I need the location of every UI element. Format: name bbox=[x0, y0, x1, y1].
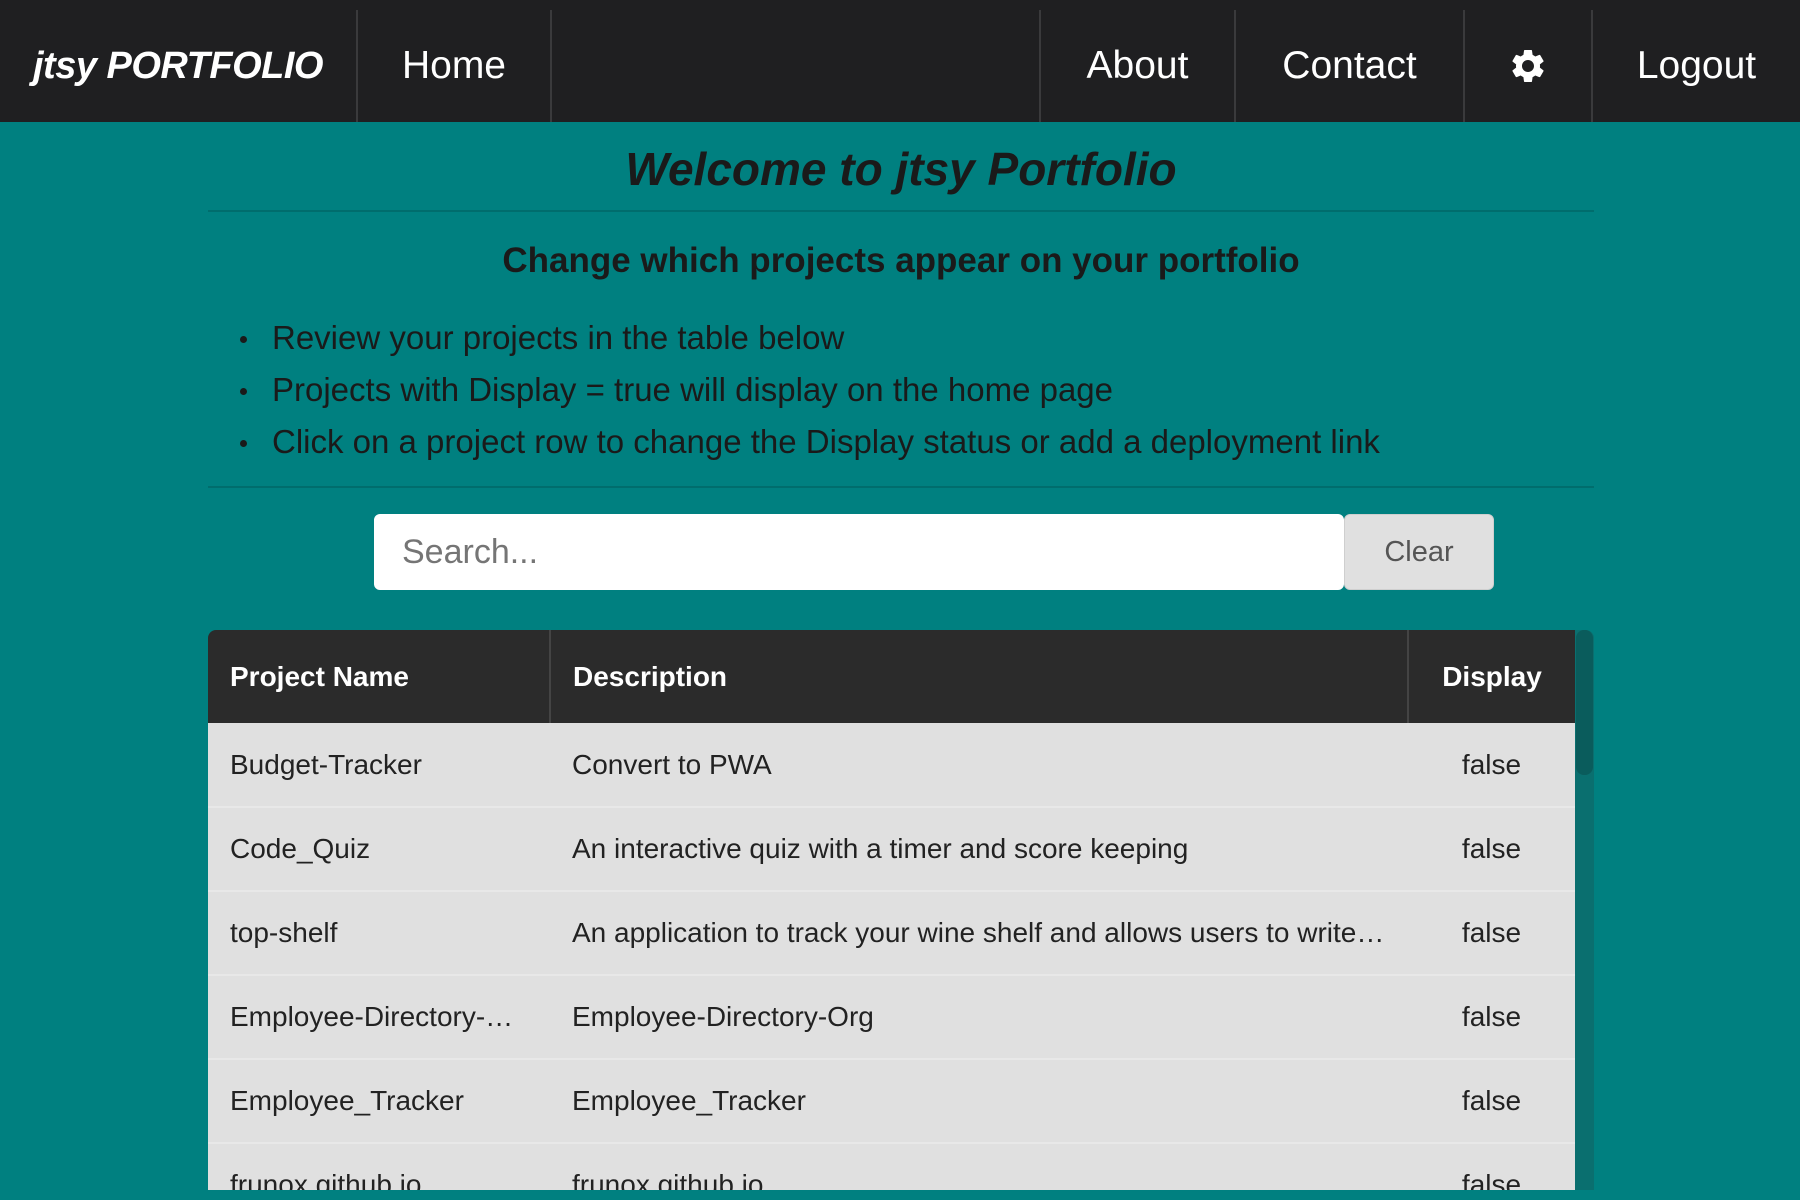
instruction-item: Click on a project row to change the Dis… bbox=[232, 416, 1380, 468]
column-header-project-name[interactable]: Project Name bbox=[208, 630, 551, 723]
display-cell: false bbox=[1461, 1169, 1522, 1190]
gear-icon bbox=[1512, 49, 1544, 82]
search-input[interactable] bbox=[374, 514, 1344, 590]
page-subtitle: Change which projects appear on your por… bbox=[502, 241, 1300, 280]
top-navbar: jtsy PORTFOLIO Home About Contact Logout bbox=[0, 0, 1800, 122]
description-cell: An interactive quiz with a timer and sco… bbox=[572, 833, 1189, 864]
nav-divider bbox=[550, 10, 552, 122]
description-cell: Employee-Directory-Org bbox=[572, 1001, 874, 1032]
nav-about-link[interactable]: About bbox=[1041, 10, 1234, 122]
projects-table: Project Name Description Display Budget-… bbox=[208, 630, 1575, 1190]
project-name-cell: Employee_Tracker bbox=[230, 1085, 464, 1116]
brand-link[interactable]: jtsy PORTFOLIO bbox=[0, 10, 356, 122]
description-cell: An application to track your wine shelf … bbox=[572, 917, 1385, 948]
nav-logout-link[interactable]: Logout bbox=[1593, 10, 1800, 122]
table-row[interactable]: Code_Quiz An interactive quiz with a tim… bbox=[208, 807, 1575, 891]
display-cell: false bbox=[1461, 833, 1522, 864]
project-name-cell: top-shelf bbox=[230, 917, 338, 948]
display-cell: false bbox=[1461, 917, 1522, 948]
table-row[interactable]: top-shelf An application to track your w… bbox=[208, 891, 1575, 975]
description-cell: Convert to PWA bbox=[572, 748, 772, 780]
project-name-cell: frunox.github.io bbox=[230, 1169, 422, 1190]
settings-button[interactable] bbox=[1465, 10, 1591, 122]
page-title: Welcome to jtsy Portfolio bbox=[625, 143, 1177, 195]
project-name-cell: Code_Quiz bbox=[230, 833, 371, 864]
display-cell: false bbox=[1461, 1001, 1522, 1032]
column-header-display[interactable]: Display bbox=[1408, 630, 1575, 723]
projects-table-container: Project Name Description Display Budget-… bbox=[208, 630, 1594, 1190]
instruction-item: Review your projects in the table below bbox=[232, 312, 1380, 364]
clear-button[interactable]: Clear bbox=[1344, 514, 1494, 590]
table-row[interactable]: frunox.github.io frunox.github.io false bbox=[208, 1143, 1575, 1190]
instruction-item: Projects with Display = true will displa… bbox=[232, 364, 1380, 416]
divider bbox=[208, 486, 1594, 488]
display-cell: false bbox=[1461, 748, 1522, 780]
description-cell: frunox.github.io bbox=[572, 1169, 764, 1190]
nav-home-link[interactable]: Home bbox=[358, 10, 550, 122]
description-cell: Employee_Tracker bbox=[572, 1085, 806, 1116]
nav-contact-link[interactable]: Contact bbox=[1236, 10, 1463, 122]
table-row[interactable]: Budget-Tracker Convert to PWA false bbox=[208, 723, 1575, 807]
table-row[interactable]: Employee-Directory-… Employee-Directory-… bbox=[208, 975, 1575, 1059]
divider bbox=[208, 210, 1594, 212]
display-cell: false bbox=[1461, 1085, 1522, 1116]
instructions-list: Review your projects in the table below … bbox=[232, 312, 1380, 468]
table-header-row: Project Name Description Display bbox=[208, 630, 1575, 723]
project-name-cell: Employee-Directory-… bbox=[230, 1001, 514, 1032]
column-header-description[interactable]: Description bbox=[550, 630, 1409, 723]
table-row[interactable]: Employee_Tracker Employee_Tracker false bbox=[208, 1059, 1575, 1143]
project-name-cell: Budget-Tracker bbox=[230, 748, 422, 780]
